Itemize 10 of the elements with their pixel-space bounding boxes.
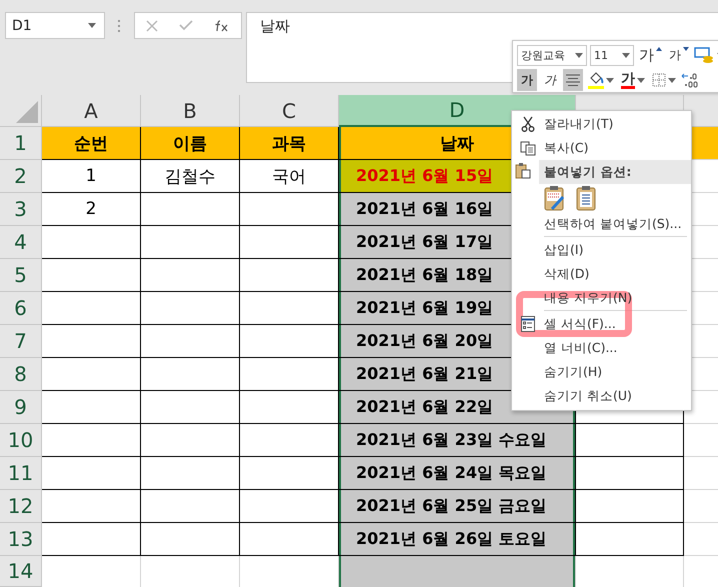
table-cell: 2021년 6월 24일 목요일 (339, 457, 576, 490)
table-cell: 순번 (42, 127, 141, 160)
table-cell: 이름 (141, 127, 240, 160)
table-cell: 김철수 (141, 160, 240, 193)
table-cell: 2 (42, 193, 141, 226)
table-cell: 과목 (240, 127, 339, 160)
table-cell: 2021년 6월 25일 금요일 (339, 490, 576, 523)
table-cell: 2021년 6월 26일 토요일 (339, 523, 576, 556)
table-cell: 2021년 6월 23일 수요일 (339, 424, 576, 457)
table-cell: 1 (42, 160, 141, 193)
